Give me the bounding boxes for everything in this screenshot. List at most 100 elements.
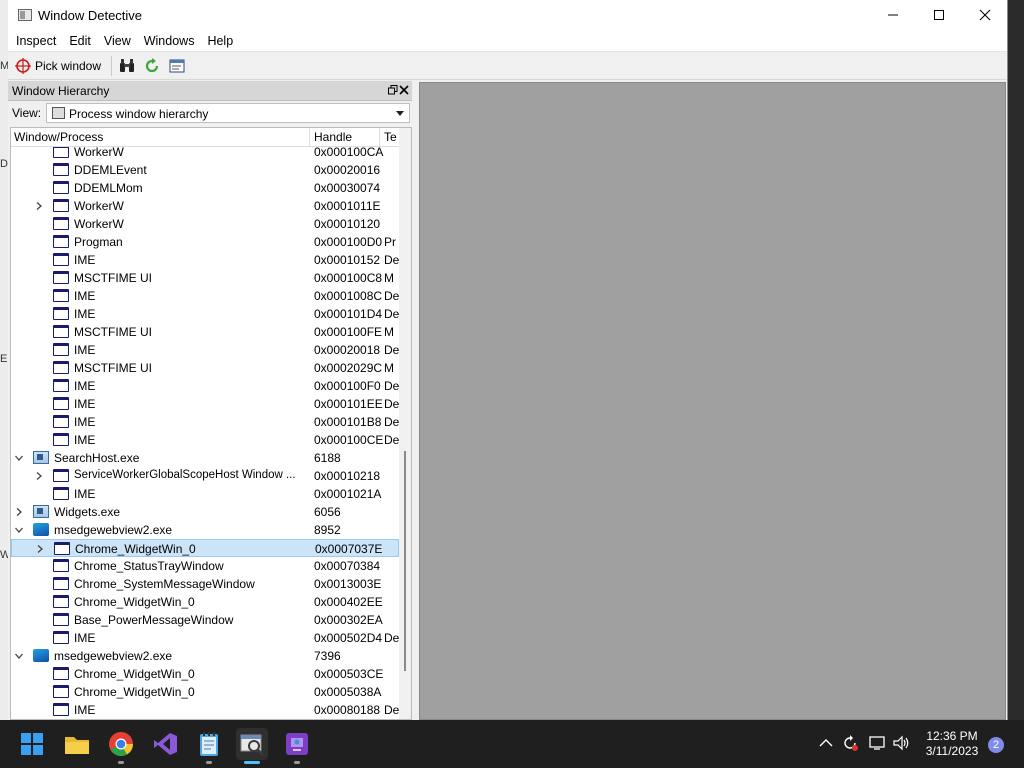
menu-windows[interactable]: Windows [139, 34, 200, 48]
panel-title: Window Hierarchy [12, 84, 110, 98]
tree-row-window[interactable]: MSCTFIME UI 0x000100C8 M [11, 269, 399, 287]
tree-row-window[interactable]: MSCTFIME UI 0x000100FE M [11, 323, 399, 341]
tree-row-window[interactable]: Progman 0x000100D0 Pr [11, 233, 399, 251]
window-icon [53, 631, 69, 644]
column-header-handle[interactable]: Handle [314, 130, 352, 144]
tree-row-window[interactable]: MSCTFIME UI 0x0002029C M [11, 359, 399, 377]
tree-row-window[interactable]: IME 0x00020018 De [11, 341, 399, 359]
tree-row-window[interactable]: IME 0x0001021A [11, 485, 399, 503]
row-handle: 0x0013003E [314, 577, 382, 591]
column-header-text[interactable]: Te [384, 130, 397, 144]
view-selected-value: Process window hierarchy [69, 107, 209, 121]
row-name: IME [74, 415, 96, 429]
taskbar-app[interactable] [281, 728, 313, 764]
notification-badge[interactable]: 2 [988, 737, 1004, 753]
taskbar-window-detective[interactable] [236, 728, 268, 764]
tree-row-window[interactable]: IME 0x000100F0 De [11, 377, 399, 395]
sync-tray-button[interactable] [841, 734, 859, 752]
row-text: M [384, 271, 394, 285]
column-header-window-process[interactable]: Window/Process [14, 130, 103, 144]
tree-row-process[interactable]: Widgets.exe 6056 [11, 503, 399, 521]
tree-row-window[interactable]: IME 0x000101B8 De [11, 413, 399, 431]
tree-row-process[interactable]: msedgewebview2.exe 7396 [11, 647, 399, 665]
tree-row-window[interactable]: IME 0x000502D4 De [11, 629, 399, 647]
expand-arrow-icon[interactable] [15, 526, 23, 534]
properties-button[interactable] [166, 55, 188, 77]
menu-edit[interactable]: Edit [64, 34, 96, 48]
network-tray-button[interactable] [869, 734, 887, 752]
volume-tray-button[interactable] [893, 734, 911, 752]
tree-row-window[interactable]: ServiceWorkerGlobalScopeHost Window ... 0… [11, 467, 399, 485]
start-button[interactable] [16, 728, 48, 760]
row-handle: 0x000100C8 [314, 271, 383, 285]
tree-row-process[interactable]: SearchHost.exe 6188 [11, 449, 399, 467]
tree-row-window[interactable]: IME 0x0001008C De [11, 287, 399, 305]
row-name: IME [74, 433, 96, 447]
row-text: De [384, 289, 399, 303]
column-divider[interactable] [309, 128, 310, 147]
tree-row-window[interactable]: DDEMLMom 0x00030074 [11, 179, 399, 197]
show-hidden-icons-button[interactable] [817, 734, 835, 752]
row-text: De [384, 397, 399, 411]
column-divider[interactable] [379, 128, 380, 147]
row-text: Pr [384, 235, 396, 249]
close-button[interactable] [962, 0, 1008, 30]
tree-row-window[interactable]: Chrome_WidgetWin_0 0x000503CE [11, 665, 399, 683]
row-handle: 0x000100CE [314, 433, 384, 447]
float-panel-icon[interactable] [388, 85, 398, 95]
collapse-arrow-icon[interactable] [35, 202, 43, 210]
title-bar[interactable]: Window Detective [8, 0, 1007, 30]
tree-row-window[interactable]: WorkerW 0x000100CA [11, 147, 399, 161]
taskbar-notepad[interactable] [193, 728, 225, 764]
tree-row-window[interactable]: IME 0x00080188 De [11, 701, 399, 719]
row-text: De [384, 703, 399, 717]
minimize-button[interactable] [870, 0, 916, 30]
hierarchy-tree[interactable]: Window/Process Handle Te WorkerW 0x000100… [10, 127, 412, 720]
menu-help[interactable]: Help [202, 34, 238, 48]
menu-view[interactable]: View [99, 34, 136, 48]
maximize-button[interactable] [916, 0, 962, 30]
close-panel-icon[interactable] [398, 84, 410, 96]
tree-row-process[interactable]: msedgewebview2.exe 8952 [11, 521, 399, 539]
taskbar-file-explorer[interactable] [61, 728, 93, 760]
scrollbar-thumb[interactable] [404, 451, 406, 671]
tree-row-window[interactable]: IME 0x000101D4 De [11, 305, 399, 323]
system-clock[interactable]: 12:36 PM 3/11/2023 [918, 729, 986, 759]
menu-inspect[interactable]: Inspect [11, 34, 61, 48]
tree-row-window[interactable]: IME 0x000100CE De [11, 431, 399, 449]
view-dropdown[interactable]: Process window hierarchy [46, 103, 410, 123]
refresh-button[interactable] [141, 55, 163, 77]
expand-arrow-icon[interactable] [15, 652, 23, 660]
tree-row-window[interactable]: Chrome_WidgetWin_0 0x0005038A [11, 683, 399, 701]
tree-row-window[interactable]: Chrome_WidgetWin_0 0x0007037E [11, 539, 399, 557]
chrome-icon [109, 732, 133, 757]
find-button[interactable] [116, 55, 138, 77]
toolbar-separator [111, 55, 113, 76]
mdi-client-area[interactable] [419, 82, 1006, 720]
window-icon [54, 542, 70, 555]
tree-row-window[interactable]: Base_PowerMessageWindow 0x000302EA [11, 611, 399, 629]
row-handle: 0x000503CE [314, 667, 384, 681]
tree-row-window[interactable]: IME 0x00010152 De [11, 251, 399, 269]
window-icon [53, 703, 69, 716]
tree-row-window[interactable]: Chrome_StatusTrayWindow 0x00070384 [11, 557, 399, 575]
collapse-arrow-icon[interactable] [15, 508, 23, 516]
tree-row-window[interactable]: Chrome_SystemMessageWindow 0x0013003E [11, 575, 399, 593]
vertical-scrollbar[interactable] [399, 128, 411, 719]
tree-row-window[interactable]: WorkerW 0x0001011E [11, 197, 399, 215]
window-icon [53, 289, 69, 302]
tree-row-window[interactable]: IME 0x000101EE De [11, 395, 399, 413]
taskbar-visual-studio[interactable] [149, 728, 181, 760]
tree-row-window[interactable]: DDEMLEvent 0x00020016 [11, 161, 399, 179]
collapse-arrow-icon[interactable] [36, 545, 44, 553]
taskbar-chrome[interactable] [105, 728, 137, 764]
edge-webview-icon [33, 649, 49, 662]
tree-row-window[interactable]: WorkerW 0x00010120 [11, 215, 399, 233]
collapse-arrow-icon[interactable] [35, 472, 43, 480]
row-name: SearchHost.exe [54, 451, 140, 465]
window-icon [53, 595, 69, 608]
sync-icon [844, 735, 858, 751]
expand-arrow-icon[interactable] [15, 454, 23, 462]
pick-window-button[interactable]: Pick window [12, 55, 104, 77]
tree-row-window[interactable]: Chrome_WidgetWin_0 0x000402EE [11, 593, 399, 611]
